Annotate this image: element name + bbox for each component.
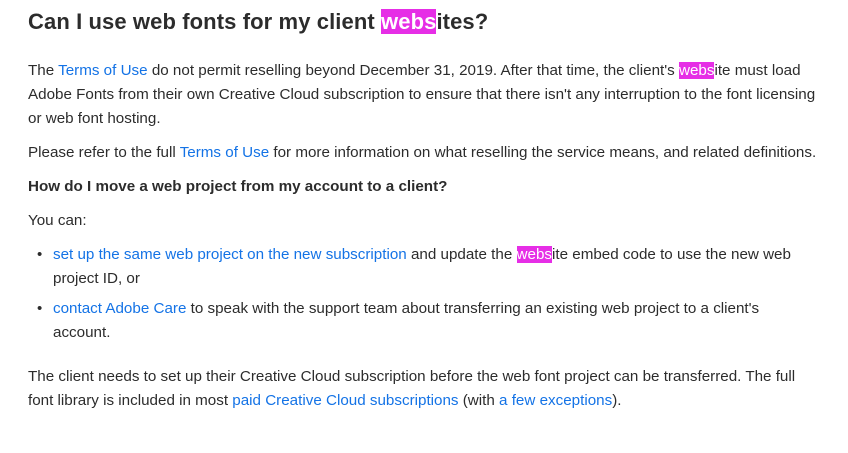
terms-of-use-link[interactable]: Terms of Use (58, 62, 147, 79)
terms-of-use-link[interactable]: Terms of Use (180, 144, 269, 161)
paragraph-text: The (28, 62, 59, 79)
paragraph-text: for more information on what reselling t… (269, 144, 817, 161)
search-highlight: webs (381, 9, 437, 34)
paragraph-text: ). (612, 392, 622, 409)
few-exceptions-link[interactable]: a few exceptions (499, 392, 612, 409)
bullet-icon: • (37, 246, 43, 263)
heading-text-before: Can I use web fonts for my client (28, 9, 382, 34)
answer-paragraph-3: The client needs to set up their Creativ… (28, 365, 820, 413)
you-can-label: You can: (28, 212, 87, 229)
paragraph-text: Please refer to the full (28, 144, 180, 161)
bullet-icon: • (37, 300, 43, 317)
article-content: Can I use web fonts for my client websit… (0, 0, 848, 413)
paragraph-text: do not permit reselling beyond December … (147, 62, 679, 79)
list-item: • contact Adobe Care to speak with the su… (37, 297, 820, 345)
contact-adobe-care-link[interactable]: contact Adobe Care (53, 300, 186, 317)
answer-paragraph-1: The Terms of Use do not permit reselling… (28, 59, 820, 131)
paragraph-text: (with (458, 392, 500, 409)
answer-paragraph-2: Please refer to the full Terms of Use fo… (28, 141, 820, 165)
heading-text-after: ites? (436, 9, 489, 34)
faq-question-heading: Can I use web fonts for my client websit… (28, 0, 820, 35)
subheading: How do I move a web project from my acco… (28, 178, 448, 195)
options-list: • set up the same web project on the new … (28, 243, 820, 345)
search-highlight: webs (678, 62, 715, 79)
paid-subscriptions-link[interactable]: paid Creative Cloud subscriptions (232, 392, 458, 409)
search-highlight: webs (516, 246, 552, 263)
list-item: • set up the same web project on the new … (37, 243, 820, 291)
list-item-text: and update the (406, 246, 517, 263)
set-up-web-project-link[interactable]: set up the same web project on the new s… (53, 246, 407, 263)
